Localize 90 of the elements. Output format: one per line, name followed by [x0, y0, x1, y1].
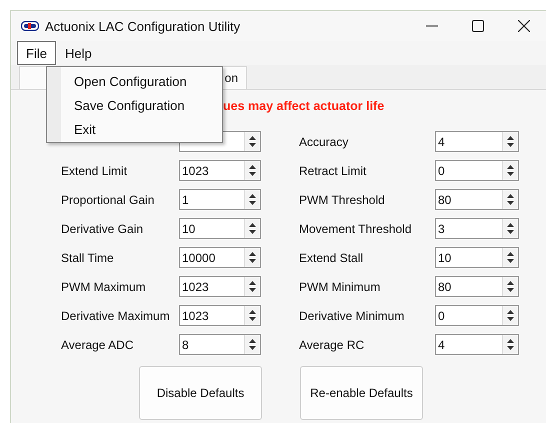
menu-option[interactable]: Exit	[61, 118, 187, 142]
spinner[interactable]	[502, 190, 518, 209]
number-field[interactable]: 1023	[179, 305, 261, 326]
spinner[interactable]	[244, 161, 260, 180]
up-arrow-icon	[507, 338, 514, 343]
maximize-icon	[472, 20, 484, 32]
field-label: PWM Minimum	[299, 280, 382, 294]
close-icon	[518, 20, 530, 32]
field-label: Average ADC	[61, 338, 134, 352]
up-arrow-icon	[249, 194, 256, 198]
up-arrow-icon	[249, 164, 256, 169]
number-field[interactable]: 4	[435, 131, 519, 152]
field-label: Derivative Gain	[61, 222, 144, 236]
up-arrow-icon	[249, 252, 256, 256]
menu-item[interactable]: Help	[56, 41, 101, 65]
down-arrow-icon	[249, 317, 256, 322]
number-field[interactable]: 10000	[179, 247, 261, 268]
field-label: Derivative Maximum	[61, 308, 171, 322]
window-title: Actuonix LAC Configuration Utility	[45, 18, 240, 34]
spinner[interactable]	[502, 306, 518, 325]
down-arrow-icon	[507, 259, 514, 264]
up-arrow-icon	[507, 222, 514, 227]
up-arrow-icon	[507, 280, 514, 285]
down-arrow-icon	[507, 201, 514, 206]
number-field[interactable]: 1	[179, 189, 261, 210]
spinner[interactable]	[244, 219, 260, 238]
spinner[interactable]	[244, 335, 260, 354]
down-arrow-icon	[507, 230, 514, 234]
down-arrow-icon	[249, 172, 256, 176]
field-label: PWM Threshold	[299, 192, 386, 206]
number-field[interactable]: 1023	[179, 276, 261, 297]
down-arrow-icon	[507, 317, 514, 322]
field-label: Proportional Gain	[61, 192, 156, 206]
up-arrow-icon	[249, 338, 256, 343]
down-arrow-icon	[249, 346, 256, 350]
field-label: Extend Stall	[299, 250, 364, 264]
up-arrow-icon	[249, 222, 256, 227]
field-label: Accuracy	[299, 134, 350, 148]
number-field[interactable]: 10	[179, 218, 261, 239]
number-field[interactable]: 80	[435, 189, 519, 210]
field-label: Movement Threshold	[299, 222, 412, 236]
up-arrow-icon	[507, 194, 514, 198]
field-label: Extend Limit	[61, 164, 128, 178]
number-field[interactable]: 80	[435, 276, 519, 297]
down-arrow-icon	[507, 143, 514, 148]
field-label: PWM Maximum	[61, 280, 147, 294]
down-arrow-icon	[249, 143, 256, 148]
up-arrow-icon	[507, 310, 514, 314]
down-arrow-icon	[507, 346, 514, 350]
spinner[interactable]	[502, 248, 518, 267]
down-arrow-icon	[249, 230, 256, 234]
number-field[interactable]: 3	[435, 218, 519, 239]
down-arrow-icon	[507, 288, 514, 292]
spinner[interactable]	[502, 277, 518, 296]
defaults-button[interactable]: Re-enable Defaults	[300, 366, 423, 420]
spinner[interactable]	[244, 132, 260, 151]
field-label: Derivative Minimum	[299, 308, 406, 322]
menu-item[interactable]: File	[17, 41, 56, 65]
spinner[interactable]	[244, 306, 260, 325]
down-arrow-icon	[249, 259, 256, 264]
number-field[interactable]: 0	[435, 160, 519, 181]
warning-text: ues may affect actuator life	[223, 99, 384, 113]
field-label: Average RC	[299, 338, 366, 352]
number-field[interactable]: 4	[435, 334, 519, 355]
up-arrow-icon	[507, 164, 514, 169]
app-logo-icon	[21, 21, 39, 31]
spinner[interactable]	[502, 161, 518, 180]
spinner[interactable]	[244, 190, 260, 209]
spinner[interactable]	[502, 335, 518, 354]
down-arrow-icon	[507, 172, 514, 176]
spinner[interactable]	[244, 248, 260, 267]
spinner[interactable]	[244, 277, 260, 296]
up-arrow-icon	[507, 136, 514, 140]
number-field[interactable]: 0	[435, 305, 519, 326]
spinner[interactable]	[502, 219, 518, 238]
spinner[interactable]	[502, 132, 518, 151]
up-arrow-icon	[249, 136, 256, 140]
down-arrow-icon	[249, 288, 256, 292]
up-arrow-icon	[249, 280, 256, 285]
down-arrow-icon	[249, 201, 256, 206]
number-field[interactable]: 10	[435, 247, 519, 268]
up-arrow-icon	[249, 310, 256, 314]
number-field[interactable]: 8	[179, 334, 261, 355]
up-arrow-icon	[507, 252, 514, 256]
menu-option[interactable]: Save Configuration	[61, 93, 187, 118]
field-label: Stall Time	[61, 250, 115, 264]
field-label: Retract Limit	[299, 164, 368, 178]
number-field[interactable]: 1023	[179, 160, 261, 181]
defaults-button[interactable]: Disable Defaults	[139, 366, 262, 420]
menu-option[interactable]: Open Configuration	[61, 69, 187, 94]
